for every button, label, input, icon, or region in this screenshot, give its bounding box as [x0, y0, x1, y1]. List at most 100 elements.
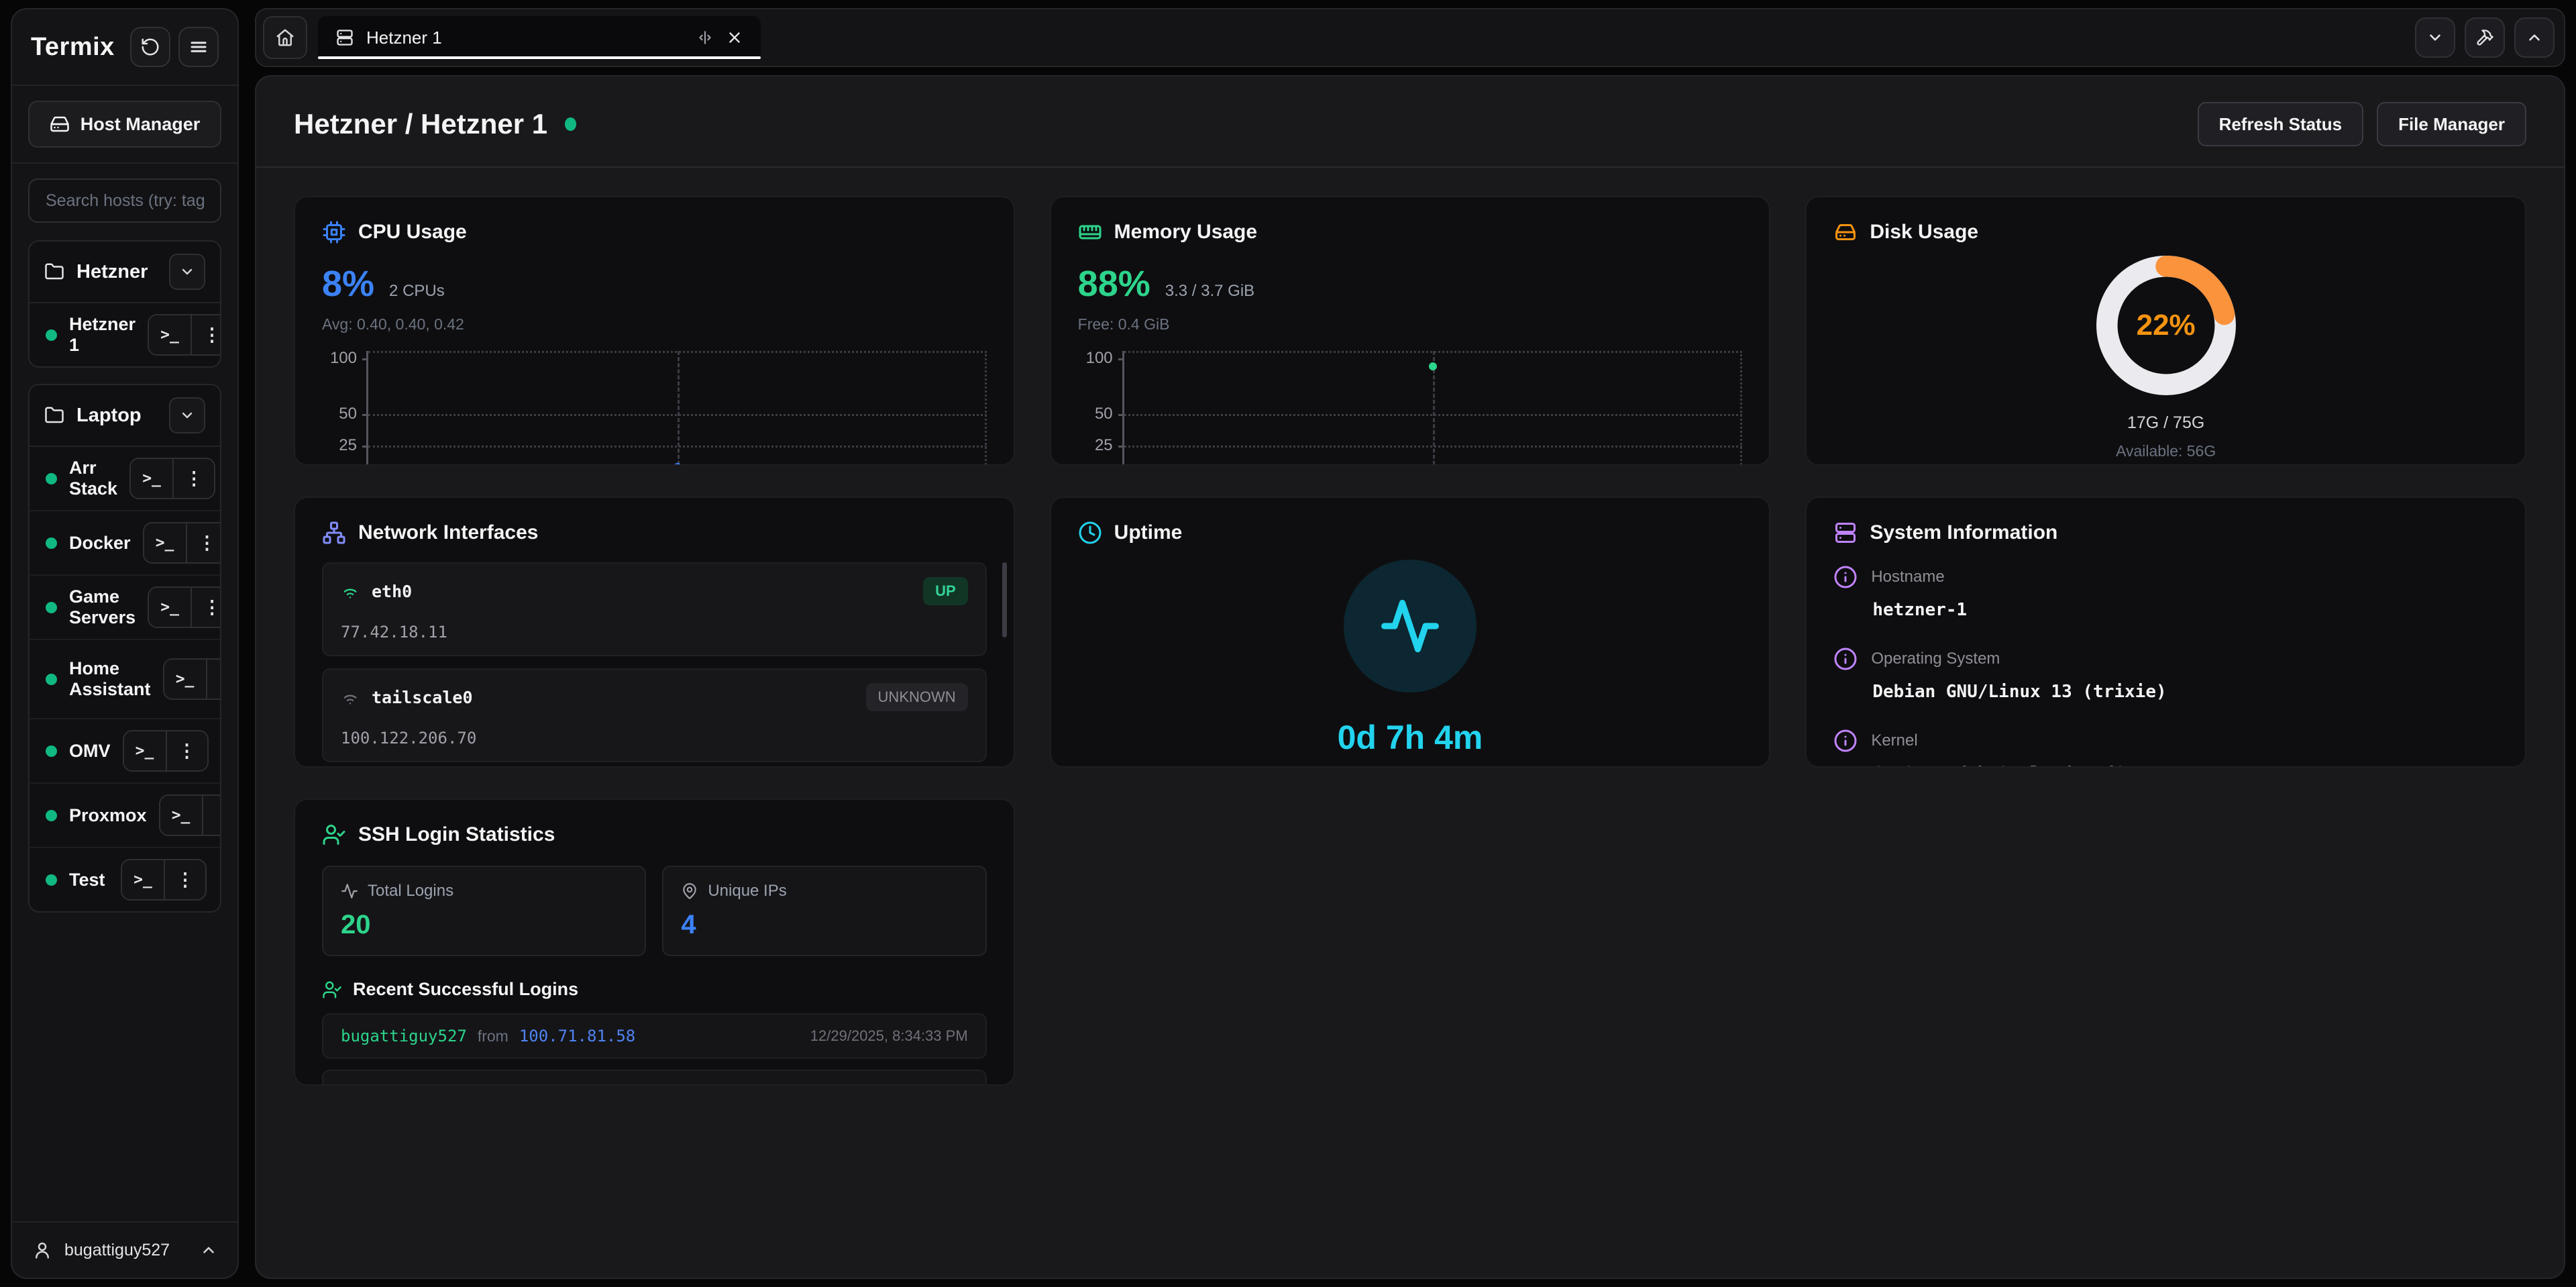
host-name: Proxmox	[69, 805, 147, 826]
server-icon	[1833, 521, 1858, 545]
collapse-down-button[interactable]	[2415, 17, 2455, 58]
disk-available: Available: 56G	[2116, 442, 2216, 460]
memory-free: Free: 0.4 GiB	[1078, 315, 1743, 333]
host-menu-button[interactable]: ⋮	[172, 459, 214, 498]
memory-data-point	[1429, 362, 1437, 370]
home-button[interactable]	[263, 16, 307, 59]
login-row[interactable]: bugattiguy527 from 100.71.81.58 12/29/20…	[322, 1070, 987, 1086]
system-info-hostname: Hostname hetzner-1	[1833, 565, 2498, 620]
host-menu-button[interactable]: ⋮	[191, 588, 221, 627]
total-logins-value: 20	[341, 910, 627, 940]
home-icon	[275, 28, 295, 48]
group-collapse-button[interactable]	[169, 397, 205, 433]
host-name: Test	[69, 870, 109, 890]
kebab-icon: ⋮	[176, 870, 195, 890]
host-actions: >_ ⋮	[129, 458, 215, 499]
host-row-home-assistant[interactable]: Home Assistant >_ ⋮	[30, 640, 220, 719]
disk-usage-card: Disk Usage 22% 17G / 75G Available: 56G	[1805, 196, 2526, 466]
card-title: System Information	[1870, 521, 2057, 544]
system-info-os: Operating System Debian GNU/Linux 13 (tr…	[1833, 647, 2498, 702]
refresh-button[interactable]	[130, 27, 170, 67]
open-terminal-button[interactable]: >_	[164, 660, 206, 699]
group-collapse-button[interactable]	[169, 254, 205, 290]
host-row-hetzner-1[interactable]: Hetzner 1 >_ ⋮	[30, 303, 220, 366]
open-terminal-button[interactable]: >_	[149, 588, 191, 627]
login-row[interactable]: bugattiguy527 from 100.71.81.58 12/29/20…	[322, 1013, 987, 1059]
host-manager-button[interactable]: Host Manager	[28, 101, 221, 148]
kebab-icon: ⋮	[214, 805, 221, 826]
scrollbar-thumb[interactable]	[1002, 562, 1007, 637]
login-ip: 100.71.81.58	[519, 1083, 635, 1086]
stat-label: Unique IPs	[708, 882, 786, 900]
host-online-dot	[565, 117, 576, 131]
interface-row-tailscale0[interactable]: tailscale0 UNKNOWN 100.122.206.70	[322, 668, 987, 762]
file-manager-button[interactable]: File Manager	[2377, 102, 2526, 146]
tab-hetzner-1[interactable]: Hetzner 1	[318, 16, 761, 59]
info-label: Operating System	[1871, 650, 2000, 668]
disk-donut-chart: 22%	[2096, 255, 2237, 396]
host-row-test[interactable]: Test >_ ⋮	[30, 848, 220, 911]
interface-row-eth0[interactable]: eth0 UP 77.42.18.11	[322, 562, 987, 656]
page-header: Hetzner / Hetzner 1 Refresh Status File …	[256, 76, 2564, 166]
search-input[interactable]	[28, 178, 221, 223]
host-row-game-servers[interactable]: Game Servers >_ ⋮	[30, 576, 220, 640]
host-row-proxmox[interactable]: Proxmox >_ ⋮	[30, 784, 220, 848]
host-menu-button[interactable]: ⋮	[166, 731, 207, 770]
open-terminal-button[interactable]: >_	[149, 315, 191, 354]
close-tab-icon[interactable]	[726, 29, 743, 46]
host-menu-button[interactable]: ⋮	[186, 523, 221, 562]
open-terminal-button[interactable]: >_	[144, 523, 186, 562]
host-actions: >_ ⋮	[143, 522, 221, 564]
group-header[interactable]: Laptop	[30, 385, 220, 447]
kebab-icon: ⋮	[185, 468, 203, 489]
host-actions: >_ ⋮	[159, 794, 221, 836]
cpu-load-avg: Avg: 0.40, 0.40, 0.42	[322, 315, 987, 333]
host-actions: >_ ⋮	[163, 658, 221, 700]
open-terminal-button[interactable]: >_	[124, 731, 166, 770]
hard-drive-icon	[1833, 220, 1858, 244]
open-terminal-button[interactable]: >_	[122, 860, 164, 899]
topbar-actions	[2415, 16, 2557, 59]
group-name: Laptop	[76, 405, 157, 427]
terminal-icon: >_	[142, 470, 161, 487]
status-badge: UP	[923, 577, 968, 605]
open-terminal-button[interactable]: >_	[160, 796, 202, 835]
host-actions: >_ ⋮	[121, 859, 207, 900]
host-menu-button[interactable]: ⋮	[164, 860, 205, 899]
interface-ip: 100.122.206.70	[341, 729, 968, 748]
open-terminal-button[interactable]: >_	[131, 459, 172, 498]
refresh-status-button[interactable]: Refresh Status	[2198, 102, 2364, 146]
collapse-up-button[interactable]	[2514, 17, 2555, 58]
cpu-vline	[678, 351, 680, 466]
host-row-omv[interactable]: OMV >_ ⋮	[30, 719, 220, 784]
server-icon	[335, 28, 354, 47]
memory-plot-area	[1122, 351, 1743, 466]
group-header[interactable]: Hetzner	[30, 242, 220, 303]
chevron-down-icon	[179, 407, 195, 423]
page-title: Hetzner / Hetzner 1	[294, 108, 547, 140]
cpu-icon	[322, 220, 346, 244]
cpu-plot-area	[366, 351, 987, 466]
menu-button[interactable]	[178, 27, 219, 67]
card-title: SSH Login Statistics	[358, 823, 555, 846]
terminal-icon: >_	[172, 807, 191, 824]
group-name: Hetzner	[76, 261, 157, 283]
login-user: bugattiguy527	[341, 1083, 467, 1086]
cpu-data-point	[674, 463, 682, 466]
host-menu-button[interactable]: ⋮	[206, 660, 221, 699]
tools-button[interactable]	[2465, 17, 2505, 58]
user-menu[interactable]: bugattiguy527	[12, 1221, 237, 1278]
interface-name: eth0	[372, 582, 911, 601]
card-title: Disk Usage	[1870, 221, 1978, 244]
split-view-icon[interactable]	[696, 29, 714, 46]
host-menu-button[interactable]: ⋮	[202, 796, 221, 835]
host-menu-button[interactable]: ⋮	[191, 315, 221, 354]
interface-ip: 77.42.18.11	[341, 623, 968, 641]
card-title: Network Interfaces	[358, 521, 538, 544]
memory-usage-card: Memory Usage 88% 3.3 / 3.7 GiB Free: 0.4…	[1050, 196, 1771, 466]
info-value: Debian GNU/Linux 13 (trixie)	[1872, 682, 2498, 702]
hammer-icon	[2475, 28, 2494, 47]
total-logins-stat: Total Logins 20	[322, 866, 646, 956]
host-row-docker[interactable]: Docker >_ ⋮	[30, 511, 220, 576]
host-row-arr-stack[interactable]: Arr Stack >_ ⋮	[30, 447, 220, 511]
